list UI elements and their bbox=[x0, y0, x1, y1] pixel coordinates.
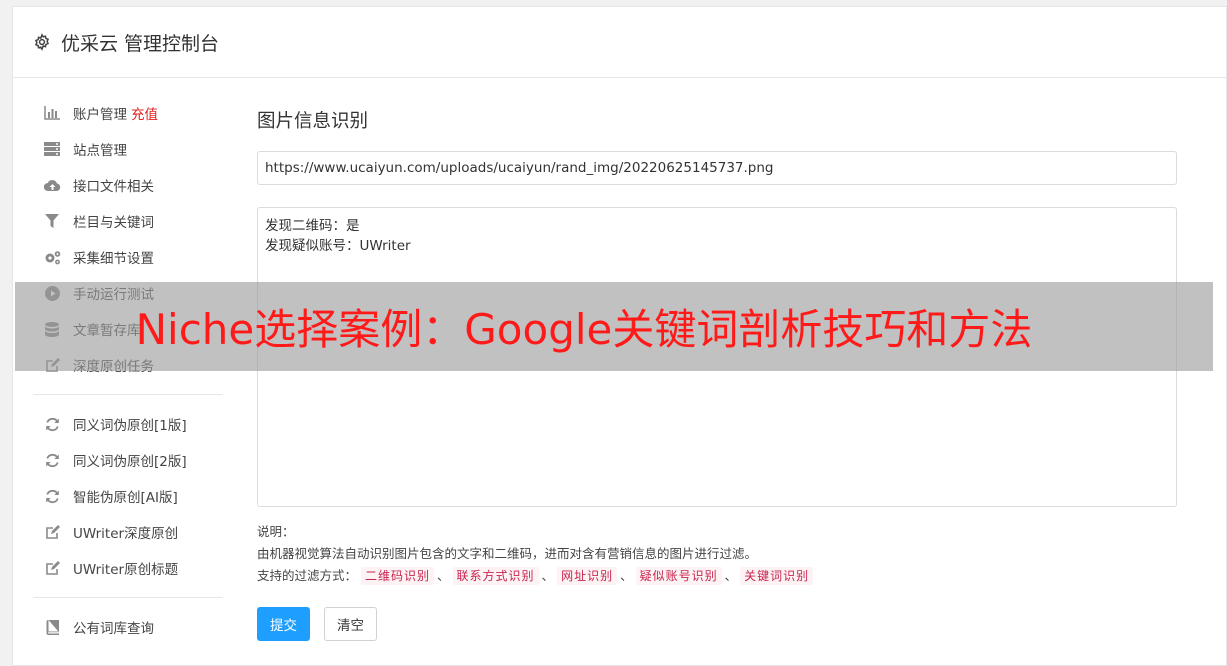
header: 优采云 管理控制台 bbox=[13, 7, 1226, 78]
filter-icon bbox=[43, 212, 61, 230]
sidebar-item-label: 同义词伪原创[1版] bbox=[73, 418, 187, 434]
refresh-icon bbox=[43, 451, 61, 469]
filter-line: 支持的过滤方式： 二维码识别、联系方式识别、网址识别、疑似账号识别、关键词识别 bbox=[257, 565, 1177, 587]
content-area: 图片信息识别 发现二维码：是发现疑似账号：UWriter 说明： 由机器视觉算法… bbox=[257, 107, 1177, 641]
sidebar-item[interactable]: 同义词伪原创[1版] bbox=[33, 406, 223, 442]
sidebar-item[interactable]: 采集细节设置 bbox=[33, 239, 223, 275]
tag-separator: 、 bbox=[437, 568, 450, 583]
sidebar-item[interactable]: 账户管理 充值 bbox=[33, 95, 223, 131]
sidebar-item-label: 智能伪原创[AI版] bbox=[73, 490, 178, 506]
sidebar-divider bbox=[33, 597, 223, 598]
sidebar-divider bbox=[33, 394, 223, 395]
button-row: 提交 清空 bbox=[257, 607, 1177, 641]
overlay-banner: Niche选择案例：Google关键词剖析技巧和方法 bbox=[15, 282, 1213, 371]
cogs-icon bbox=[43, 248, 61, 266]
filter-label: 支持的过滤方式： bbox=[257, 568, 358, 583]
overlay-text: Niche选择案例：Google关键词剖析技巧和方法 bbox=[135, 305, 1033, 354]
sidebar-item[interactable]: UWriter深度原创 bbox=[33, 514, 223, 550]
sidebar-item[interactable]: 公有词库查询 bbox=[33, 609, 223, 645]
sidebar-item-label: 账户管理 bbox=[73, 107, 127, 123]
bar-chart-icon bbox=[43, 104, 61, 122]
filter-tag: 联系方式识别 bbox=[452, 567, 539, 585]
refresh-icon bbox=[43, 487, 61, 505]
gear-icon bbox=[33, 33, 51, 51]
sidebar-item-label: 站点管理 bbox=[73, 143, 127, 159]
sidebar-item[interactable]: 接口文件相关 bbox=[33, 167, 223, 203]
notes-text: 由机器视觉算法自动识别图片包含的文字和二维码，进而对含有营销信息的图片进行过滤。 bbox=[257, 546, 758, 561]
edit-icon bbox=[43, 523, 61, 541]
recharge-link[interactable]: 充值 bbox=[131, 103, 158, 123]
notes-label: 说明： bbox=[257, 524, 295, 539]
tag-separator: 、 bbox=[541, 568, 555, 583]
server-icon bbox=[43, 140, 61, 158]
sidebar-item-label: UWriter深度原创 bbox=[73, 526, 179, 542]
sidebar-item[interactable]: 站点管理 bbox=[33, 131, 223, 167]
result-line: 发现二维码：是 bbox=[265, 218, 360, 234]
clear-button[interactable]: 清空 bbox=[324, 607, 377, 641]
sidebar-item[interactable]: 智能伪原创[AI版] bbox=[33, 478, 223, 514]
sidebar-item[interactable]: 同义词伪原创[2版] bbox=[33, 442, 223, 478]
result-line: 发现疑似账号：UWriter bbox=[265, 238, 411, 254]
filter-tag: 疑似账号识别 bbox=[635, 567, 722, 585]
sidebar-item-label: 接口文件相关 bbox=[73, 179, 154, 195]
page-title: 优采云 管理控制台 bbox=[61, 32, 220, 55]
refresh-icon bbox=[43, 415, 61, 433]
sidebar-item-label: UWriter原创标题 bbox=[73, 562, 179, 578]
filter-tag: 网址识别 bbox=[557, 567, 618, 585]
image-url-input[interactable] bbox=[257, 151, 1177, 185]
filter-tag: 二维码识别 bbox=[361, 567, 435, 585]
sidebar-item-label: 同义词伪原创[2版] bbox=[73, 454, 187, 470]
submit-button[interactable]: 提交 bbox=[257, 607, 310, 641]
sidebar-item-label: 公有词库查询 bbox=[73, 621, 154, 637]
book-icon bbox=[43, 618, 61, 636]
section-title: 图片信息识别 bbox=[257, 111, 369, 132]
tag-separator: 、 bbox=[620, 568, 633, 583]
tag-separator: 、 bbox=[724, 568, 738, 583]
notes: 说明： 由机器视觉算法自动识别图片包含的文字和二维码，进而对含有营销信息的图片进… bbox=[257, 521, 1177, 587]
filter-tag: 关键词识别 bbox=[740, 567, 814, 585]
sidebar-item-label: 栏目与关键词 bbox=[73, 215, 154, 231]
edit-icon bbox=[43, 559, 61, 577]
cloud-upload-icon bbox=[43, 176, 61, 194]
sidebar-item[interactable]: UWriter原创标题 bbox=[33, 550, 223, 586]
sidebar-item-label: 采集细节设置 bbox=[73, 251, 154, 267]
sidebar-item[interactable]: 栏目与关键词 bbox=[33, 203, 223, 239]
